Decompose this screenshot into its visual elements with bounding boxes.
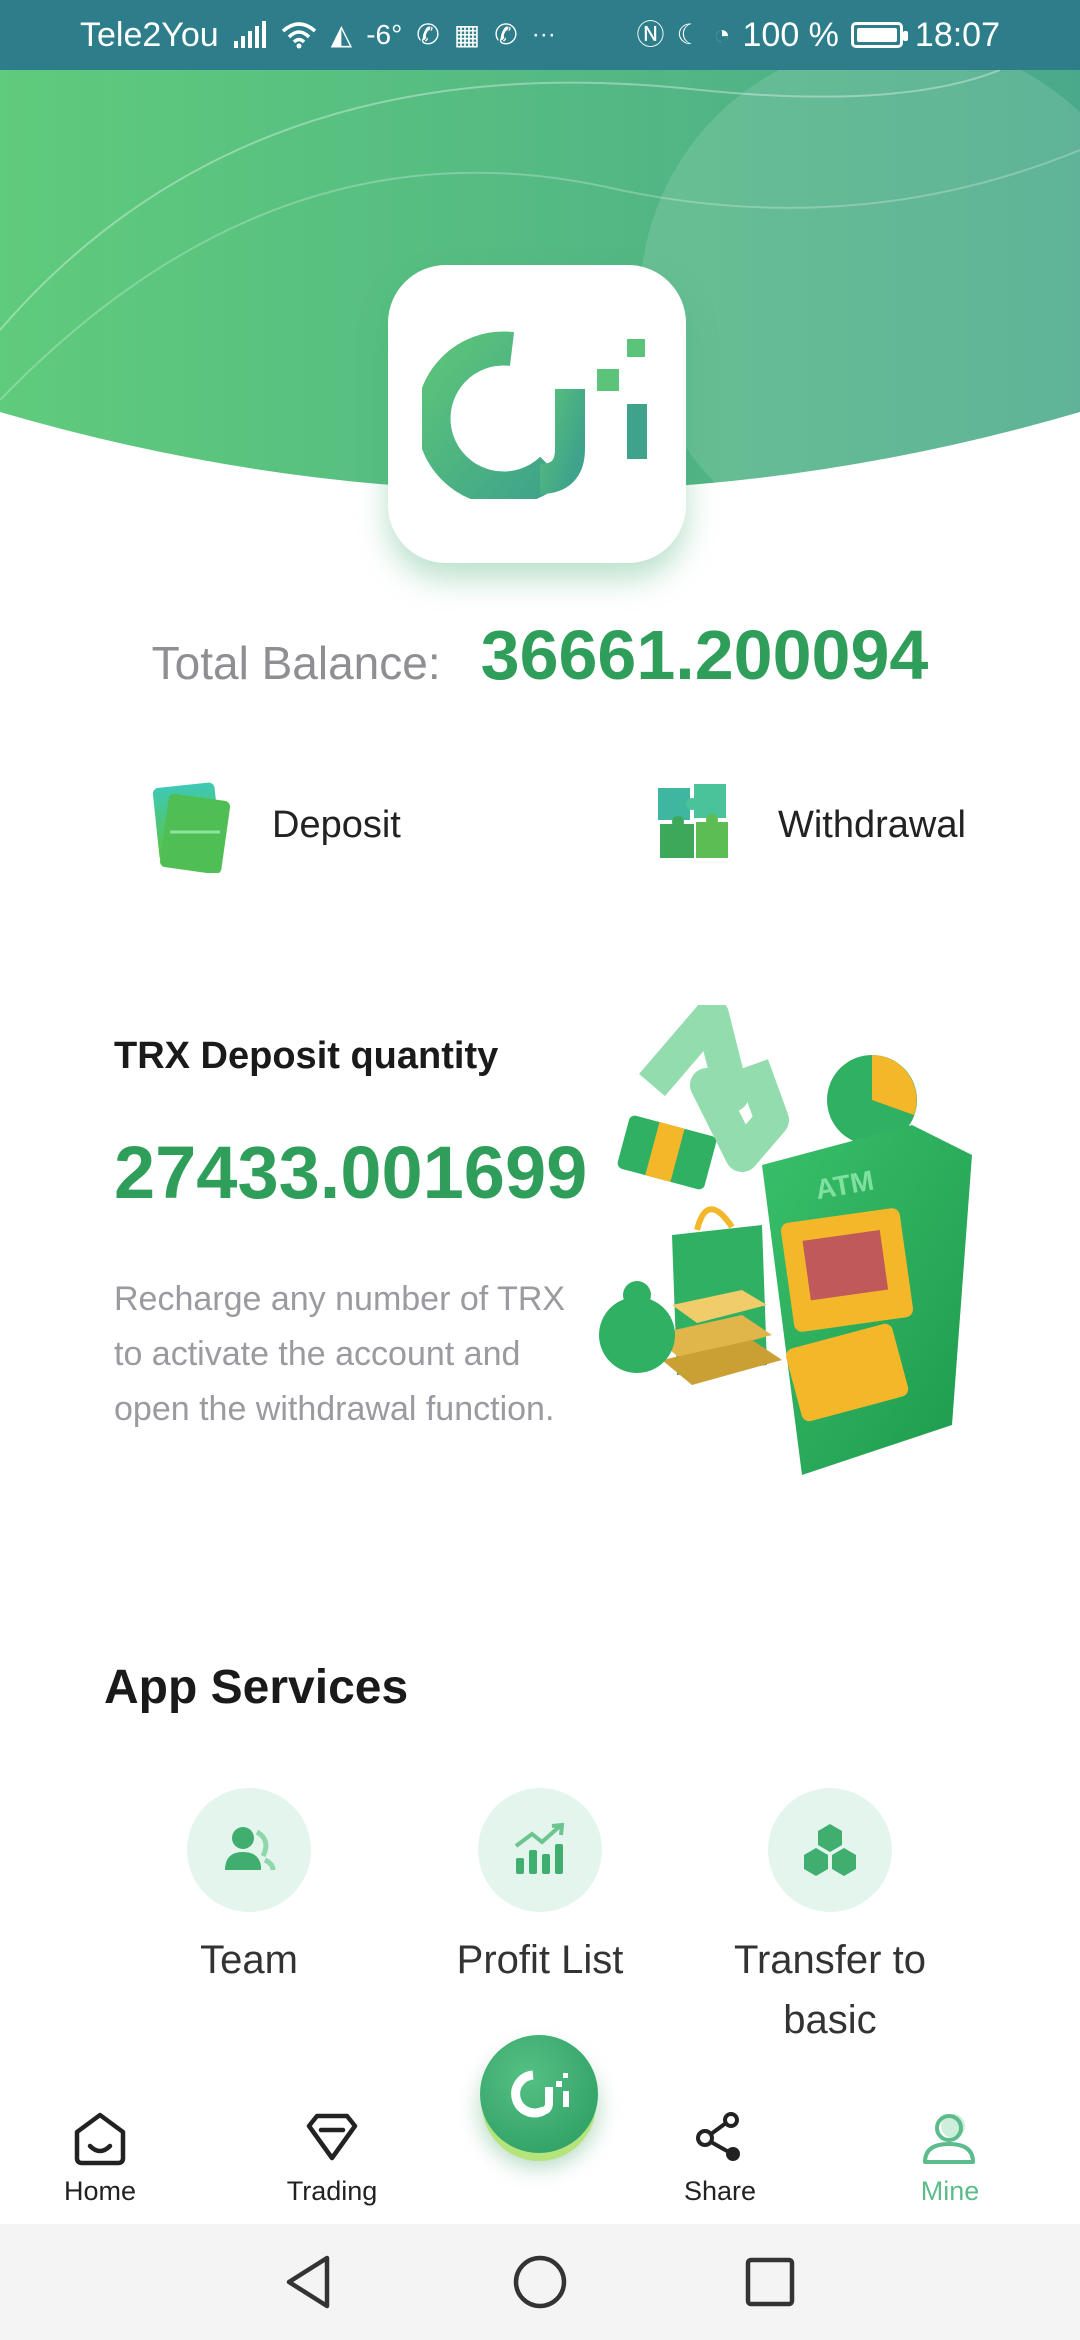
center-action-button[interactable] [480,2035,598,2153]
user-icon [923,2114,975,2164]
back-icon[interactable] [283,2254,335,2310]
moon-icon: ☾ [676,19,702,50]
battery-percent: 100 % [742,15,839,54]
share-icon [696,2112,740,2161]
app-logo-small-icon [511,2070,569,2118]
app-logo [388,265,686,563]
service-team[interactable]: Team [119,1788,379,1990]
team-icon [225,1827,276,1871]
carrier-name: Tele2You [80,15,219,54]
transfer-icon-circle [768,1788,892,1912]
atm-illustration: ATM [599,1005,972,1475]
wifi-icon [281,22,316,49]
nav-trading[interactable]: Trading [252,2110,412,2207]
service-label-team: Team [200,1938,298,1982]
puzzle-icon [658,784,728,858]
more-notifications: ··· [531,21,556,48]
deposit-button[interactable]: Deposit [150,775,401,875]
navigation-icon: ◭ [330,19,353,50]
nav-share-label: Share [683,2176,757,2206]
clock: 18:07 [914,15,1000,54]
trx-deposit-value: 27433.001699 [114,1131,588,1214]
service-transfer[interactable]: Transfer to basic [700,1788,960,2050]
nav-share[interactable]: Share [640,2110,800,2207]
cubes-icon [804,1824,856,1876]
home-circle-icon[interactable] [512,2254,568,2310]
trx-deposit-title: TRX Deposit quantity [114,1035,499,1077]
wallet-icon [152,782,231,873]
balance-value: 36661.200094 [480,616,929,694]
app-logo-icon [422,331,647,499]
service-profit-list[interactable]: Profit List [410,1788,670,1990]
diamond-icon [306,2113,358,2161]
maps-icon: ▦ [453,19,481,50]
viber-icon: ✆ [416,19,440,50]
deposit-label: Deposit [272,803,401,846]
service-label-transfer: Transfer to basic [734,1938,926,2042]
temperature: -6° [366,19,403,50]
profit-icon-circle [478,1788,602,1912]
system-navigation-bar [0,2224,1080,2340]
trx-deposit-description: Recharge any number of TRX to activate t… [114,1280,566,1428]
battery-icon [850,22,908,48]
speed-icon: ◔ [713,19,731,50]
nav-home-label: Home [63,2176,137,2206]
home-icon [74,2112,126,2166]
trx-deposit-amount: 27433.001699 [114,1130,599,1220]
viber-icon-2: ✆ [494,19,518,50]
recents-icon[interactable] [744,2254,796,2310]
status-bar: Tele2You ◭ -6° ✆ ▦ ✆ ··· Ⓝ ☾ ◔ 100 % 18:… [0,0,1080,70]
nav-home[interactable]: Home [20,2110,180,2207]
signal-icon [233,21,266,48]
services-title: App Services [104,1661,409,1714]
nfc-icon: Ⓝ [636,19,665,50]
withdrawal-label: Withdrawal [778,803,966,846]
nav-mine[interactable]: Mine [870,2110,1030,2207]
bar-chart-icon [514,1822,565,1874]
withdrawal-button[interactable]: Withdrawal [652,775,966,875]
service-label-profit: Profit List [456,1938,624,1982]
nav-trading-label: Trading [286,2176,378,2206]
nav-mine-label: Mine [920,2176,980,2206]
team-icon-circle [187,1788,311,1912]
balance-label: Total Balance: [151,637,441,689]
total-balance: Total Balance: 36661.200094 [0,615,1080,695]
